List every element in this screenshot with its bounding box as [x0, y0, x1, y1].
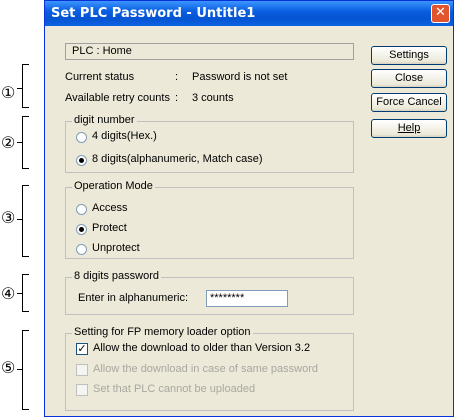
settings-button[interactable]: Settings	[371, 46, 447, 65]
retry-count-sep: :	[175, 92, 179, 104]
brace-2-tick	[17, 142, 22, 143]
mode-protect-radio[interactable]	[76, 224, 87, 235]
brace-3-tick	[17, 219, 22, 220]
retry-count-value: 3 counts	[192, 92, 234, 104]
digit-8alnum-radio[interactable]	[76, 155, 87, 166]
force-cancel-button[interactable]: Force Cancel	[371, 93, 447, 112]
current-status-label: Current status	[65, 71, 135, 83]
mode-access-radio[interactable]	[76, 204, 87, 215]
brace-5	[22, 330, 29, 410]
callout-5: ⑤	[1, 358, 16, 377]
brace-4	[22, 274, 29, 312]
operation-mode-group: Operation Mode Access Protect Unprotect	[65, 180, 354, 259]
digit-4hex-label[interactable]: 4 digits(Hex.)	[92, 130, 157, 142]
callout-2: ②	[1, 133, 16, 152]
digit-4hex-radio[interactable]	[76, 132, 87, 143]
title-bar[interactable]: Set PLC Password - Untitle1 ✕	[45, 1, 453, 26]
close-button[interactable]: Close	[371, 69, 447, 88]
digit-8alnum-label[interactable]: 8 digits(alphanumeric, Match case)	[92, 153, 263, 165]
help-button[interactable]: Help	[371, 119, 447, 138]
allow-same-password-checkbox	[76, 364, 88, 376]
mode-unprotect-radio[interactable]	[76, 244, 87, 255]
callout-4: ④	[1, 284, 16, 303]
mode-protect-label[interactable]: Protect	[92, 222, 127, 234]
window-title: Set PLC Password - Untitle1	[51, 6, 256, 21]
close-icon[interactable]: ✕	[431, 4, 450, 23]
loader-option-title: Setting for FP memory loader option	[72, 326, 253, 338]
mode-unprotect-label[interactable]: Unprotect	[92, 242, 140, 254]
mode-access-label[interactable]: Access	[92, 202, 127, 214]
loader-option-group: Setting for FP memory loader option ✓ Al…	[65, 326, 354, 411]
digit-number-group: digit number 4 digits(Hex.) 8 digits(alp…	[65, 114, 354, 173]
password-group-title: 8 digits password	[72, 270, 161, 282]
brace-5-tick	[17, 369, 22, 370]
no-upload-checkbox	[76, 384, 88, 396]
brace-2	[22, 116, 29, 169]
no-upload-label: Set that PLC cannot be uploaded	[93, 383, 256, 395]
retry-count-label: Available retry counts	[65, 92, 170, 104]
brace-4-tick	[17, 293, 22, 294]
brace-3	[22, 185, 29, 257]
dialog-window: Set PLC Password - Untitle1 ✕ PLC : Home…	[44, 0, 454, 417]
allow-same-password-label: Allow the download in case of same passw…	[93, 363, 319, 375]
current-status-value: Password is not set	[192, 71, 288, 83]
allow-older-download-label[interactable]: Allow the download to older than Version…	[93, 342, 310, 354]
digit-number-title: digit number	[72, 114, 137, 126]
allow-older-download-checkbox[interactable]: ✓	[76, 343, 88, 355]
plc-name-field: PLC : Home	[65, 43, 354, 60]
current-status-sep: :	[175, 71, 179, 83]
brace-1	[22, 64, 29, 108]
operation-mode-title: Operation Mode	[72, 180, 155, 192]
password-input[interactable]: ********	[206, 290, 288, 307]
callout-3: ③	[1, 208, 16, 227]
callout-1: ①	[1, 83, 16, 102]
password-entry-label: Enter in alphanumeric:	[78, 292, 189, 304]
brace-1-tick	[17, 88, 22, 89]
